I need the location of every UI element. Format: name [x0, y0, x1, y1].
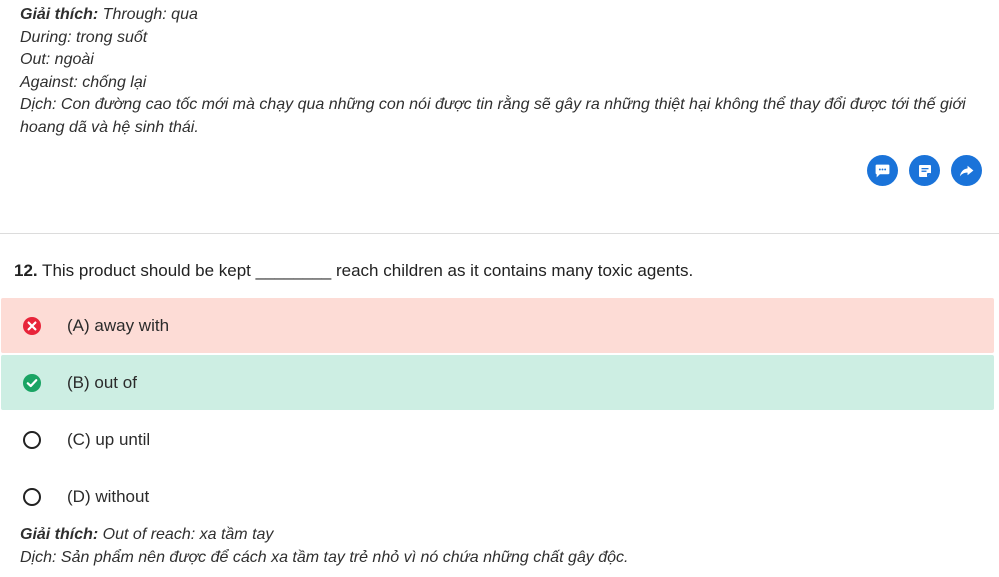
explanation-label: Giải thích: [20, 6, 99, 23]
explanation-line: Out: ngoài [20, 51, 94, 68]
check-circle-icon [22, 373, 42, 393]
note-icon [918, 164, 931, 177]
option-label: (B) out of [67, 372, 137, 392]
question-text: 12. This product should be kept ________… [14, 261, 693, 281]
explanation-line: During: trong suốt [20, 28, 148, 46]
radio-empty-icon [22, 487, 42, 507]
question-number: 12. [14, 261, 38, 280]
section-divider [0, 233, 999, 234]
wrong-icon [22, 316, 42, 336]
option-a[interactable]: (A) away with [1, 298, 994, 353]
option-label: (D) without [67, 486, 150, 506]
option-label: (C) up until [67, 429, 151, 449]
explanation-first-line: Giải thích: Out of reach: xa tầm tay [20, 524, 628, 547]
option-c[interactable]: (C) up until [1, 412, 994, 467]
share-button[interactable] [951, 155, 982, 186]
previous-explanation: Giải thích: Through: qua During: trong s… [20, 4, 985, 139]
option-label: (A) away with [67, 315, 170, 335]
question-body: This product should be kept ________ rea… [37, 261, 694, 280]
option-d[interactable]: (D) without [1, 469, 994, 524]
answer-explanation: Giải thích: Out of reach: xa tầm tay Dịc… [20, 524, 628, 569]
translation-text: Dịch: Sản phẩm nên được để cách xa tầm t… [20, 548, 629, 566]
translation-text: Dịch: Con đường cao tốc mới mà chạy qua … [20, 96, 966, 136]
explanation-text: Out of reach: xa tầm tay [98, 526, 274, 543]
comment-button[interactable] [867, 155, 898, 186]
note-button[interactable] [909, 155, 940, 186]
share-icon [959, 165, 974, 177]
explanation-first-line: Giải thích: Through: qua [20, 4, 985, 27]
action-toolbar [867, 155, 982, 186]
explanation-text: Through: qua [98, 6, 198, 23]
radio-empty-icon [22, 430, 42, 450]
option-b[interactable]: (B) out of [1, 355, 994, 410]
comment-icon [875, 164, 890, 178]
explanation-label: Giải thích: [20, 526, 99, 543]
explanation-line: Against: chống lại [20, 73, 147, 91]
